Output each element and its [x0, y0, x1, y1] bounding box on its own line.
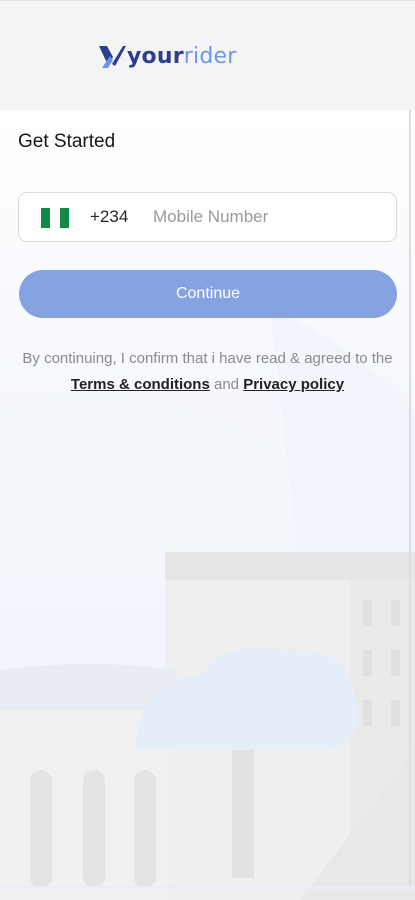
app-header: yourrider [0, 0, 415, 111]
frame-edge-bottom [0, 886, 415, 889]
terms-link[interactable]: Terms & conditions [71, 376, 210, 393]
brand-name-part1: your [127, 44, 184, 69]
rider-logo-icon [99, 46, 126, 68]
country-dial-code[interactable]: +234 [90, 207, 128, 227]
frame-edge-right [409, 110, 411, 888]
continue-button[interactable]: Continue [19, 270, 397, 318]
consent-text: By continuing, I confirm that i have rea… [10, 346, 405, 398]
brand-wordmark: yourrider [127, 46, 236, 68]
consent-conjunction: and [213, 376, 240, 393]
yourrider-logo: yourrider [98, 41, 236, 73]
privacy-policy-link[interactable]: Privacy policy [243, 376, 344, 393]
nigeria-flag-icon[interactable] [41, 208, 69, 228]
consent-sentence: By continuing, I confirm that i have rea… [22, 350, 393, 367]
phone-input-group[interactable]: +234 [18, 192, 397, 242]
mobile-number-input[interactable] [153, 201, 383, 233]
page-title: Get Started [18, 131, 116, 152]
brand-name-part2: rider [183, 44, 237, 69]
